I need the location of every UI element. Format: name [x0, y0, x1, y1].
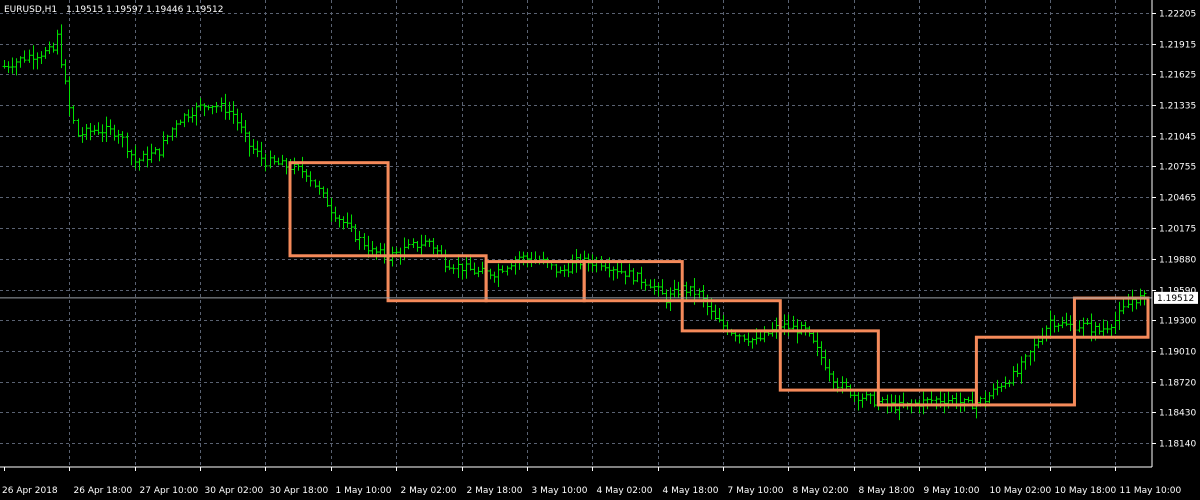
x-tick-label: 26 Apr 2018	[2, 486, 58, 496]
y-tick-label: 1.19880	[1159, 256, 1196, 266]
ohlc-label: 1.19515 1.19597 1.19446 1.19512	[66, 5, 223, 15]
y-tick-label: 1.18140	[1159, 440, 1196, 450]
y-tick-label: 1.20755	[1159, 163, 1196, 173]
x-tick-label: 3 May 10:00	[532, 486, 588, 496]
price-chart[interactable]: 1.22205 1.21915 1.21625 1.21335 1.21045 1.207…	[0, 0, 1200, 500]
y-tick-label: 1.19300	[1159, 317, 1196, 327]
x-tick-label: 2 May 02:00	[401, 486, 457, 496]
x-tick-label: 2 May 18:00	[467, 486, 523, 496]
symbol-label: EURUSD,H1	[4, 5, 57, 15]
y-tick-label: 1.19010	[1159, 348, 1196, 358]
x-tick-label: 8 May 02:00	[793, 486, 849, 496]
y-axis-ticks: 1.22205 1.21915 1.21625 1.21335 1.21045 1.207…	[1152, 10, 1196, 450]
x-tick-label: 7 May 10:00	[728, 486, 784, 496]
chart-header: EURUSD,H1 1.19515 1.19597 1.19446 1.1951…	[4, 5, 223, 15]
y-tick-label: 1.21915	[1159, 41, 1196, 51]
y-tick-label: 1.21625	[1159, 71, 1196, 81]
x-tick-label: 11 May 10:00	[1120, 486, 1182, 496]
x-tick-label: 4 May 02:00	[597, 486, 653, 496]
x-tick-label: 10 May 18:00	[1055, 486, 1117, 496]
y-tick-label: 1.18720	[1159, 379, 1196, 389]
x-tick-label: 1 May 10:00	[336, 486, 392, 496]
x-tick-label: 8 May 18:00	[859, 486, 915, 496]
x-tick-label: 4 May 18:00	[663, 486, 719, 496]
y-tick-label: 1.22205	[1159, 10, 1196, 20]
y-tick-label: 1.20175	[1159, 225, 1196, 235]
y-tick-label: 1.20465	[1159, 194, 1196, 204]
y-tick-label: 1.21045	[1159, 133, 1196, 143]
x-tick-label: 9 May 10:00	[924, 486, 980, 496]
y-tick-label: 1.18430	[1159, 409, 1196, 419]
x-tick-label: 26 Apr 18:00	[74, 486, 133, 496]
x-tick-label: 27 Apr 10:00	[140, 486, 199, 496]
x-tick-label: 30 Apr 02:00	[205, 486, 264, 496]
current-price-label: 1.19512	[1157, 294, 1194, 304]
y-tick-label: 1.21335	[1159, 102, 1196, 112]
current-price-box: 1.19512	[1154, 291, 1198, 304]
x-tick-label: 10 May 02:00	[990, 486, 1052, 496]
x-tick-label: 30 Apr 18:00	[270, 486, 329, 496]
